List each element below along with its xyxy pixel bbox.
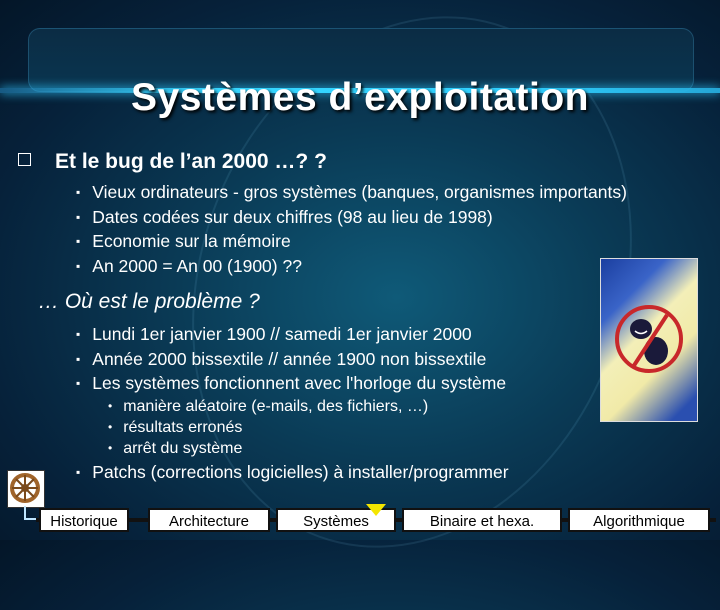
sub-bullet-item: arrêt du système <box>108 438 428 459</box>
section2-heading: … Où est le problème ? <box>38 290 260 313</box>
bullet-item: Vieux ordinateurs - gros systèmes (banqu… <box>76 180 627 205</box>
bullet-item: Economie sur la mémoire <box>76 229 627 254</box>
no-bug-icon <box>600 258 698 422</box>
sub-bullet-item: résultats erronés <box>108 417 428 438</box>
section1-heading: Et le bug de l’an 2000 …? ? <box>18 150 327 174</box>
slide-title: Systèmes d’exploitation <box>131 76 589 119</box>
nav-binaire-hexa[interactable]: Binaire et hexa. <box>402 508 562 532</box>
bullet-item: Patchs (corrections logicielles) à insta… <box>76 460 508 485</box>
nav-historique[interactable]: Historique <box>39 508 129 532</box>
bullet-item: Lundi 1er janvier 1900 // samedi 1er jan… <box>76 322 506 347</box>
nav-algorithmique[interactable]: Algorithmique <box>568 508 710 532</box>
section1-heading-text: Et le bug de l’an 2000 …? ? <box>55 150 327 173</box>
section2-last-bullet: Patchs (corrections logicielles) à insta… <box>76 460 508 485</box>
bullet-item: An 2000 = An 00 (1900) ?? <box>76 254 627 279</box>
bullet-item: Dates codées sur deux chiffres (98 au li… <box>76 205 627 230</box>
ship-wheel-icon[interactable] <box>7 470 45 508</box>
section2-bullets: Lundi 1er janvier 1900 // samedi 1er jan… <box>76 322 506 396</box>
sub-bullet-item: manière aléatoire (e-mails, des fichiers… <box>108 396 428 417</box>
section1-bullets: Vieux ordinateurs - gros systèmes (banqu… <box>76 180 627 278</box>
bullet-item: Les systèmes fonctionnent avec l'horloge… <box>76 371 506 396</box>
nav-architecture[interactable]: Architecture <box>148 508 270 532</box>
section2-sub-bullets: manière aléatoire (e-mails, des fichiers… <box>108 396 428 459</box>
bullet-item: Année 2000 bissextile // année 1900 non … <box>76 347 506 372</box>
checkbox-bullet-icon <box>18 153 31 166</box>
active-marker-icon <box>366 504 386 516</box>
